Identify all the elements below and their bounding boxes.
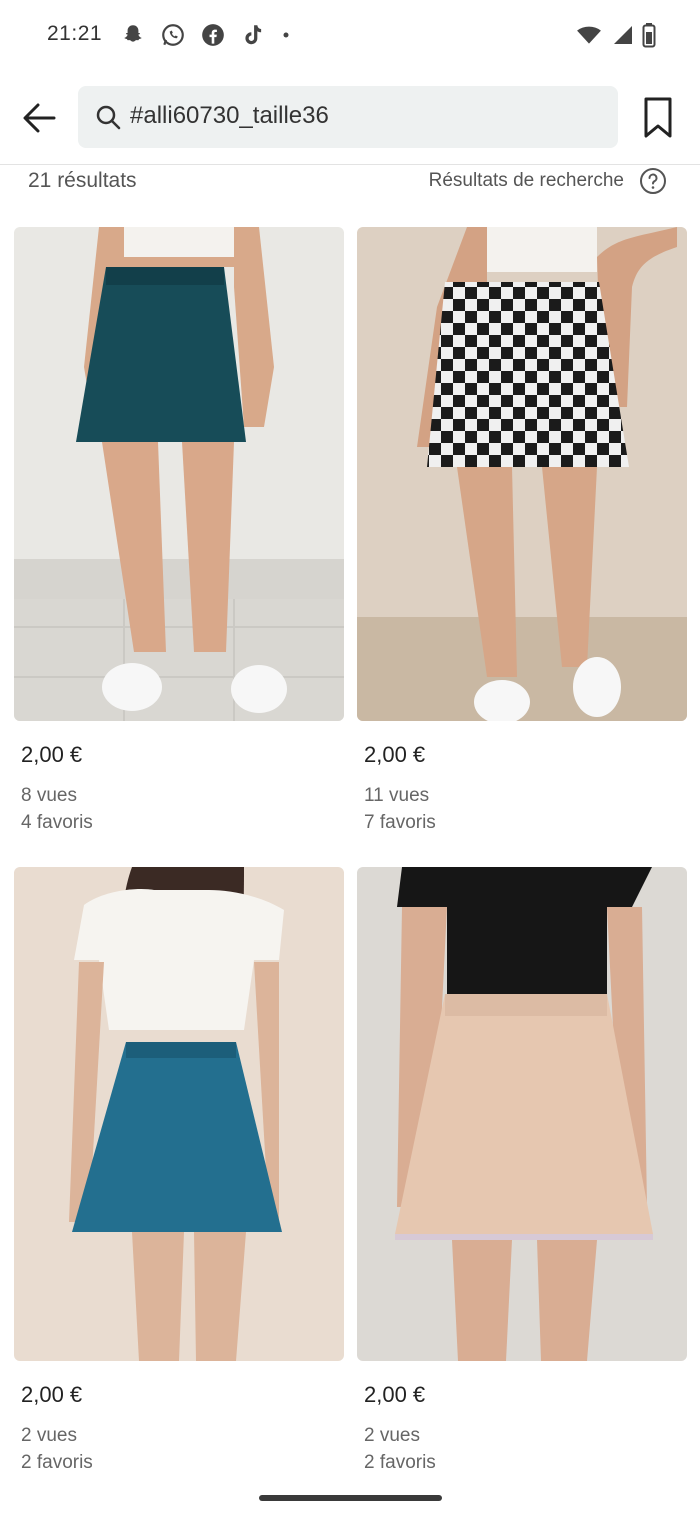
product-price: 2,00 € bbox=[21, 1382, 83, 1407]
product-card[interactable]: 2,00 € 8 vues 4 favoris bbox=[14, 227, 344, 836]
product-favorites: 2 favoris bbox=[21, 1452, 93, 1473]
facebook-icon bbox=[202, 24, 224, 46]
results-label[interactable]: Résultats de recherche bbox=[429, 170, 624, 192]
product-card[interactable]: 2,00 € 2 vues 2 favoris bbox=[357, 867, 687, 1476]
bookmark-icon[interactable] bbox=[640, 96, 676, 140]
product-price: 2,00 € bbox=[364, 742, 426, 767]
battery-icon bbox=[642, 23, 656, 48]
dot-icon bbox=[283, 32, 289, 38]
product-image[interactable] bbox=[357, 867, 687, 1361]
search-bar[interactable]: #alli60730_taille36 bbox=[78, 86, 618, 148]
notification-icons bbox=[120, 22, 292, 48]
search-icon bbox=[96, 105, 121, 130]
status-bar: 21:21 bbox=[0, 0, 700, 72]
product-price: 2,00 € bbox=[364, 1382, 426, 1407]
product-favorites: 2 favoris bbox=[364, 1452, 436, 1473]
product-image[interactable] bbox=[14, 227, 344, 721]
product-views: 8 vues bbox=[21, 785, 77, 806]
wifi-icon bbox=[577, 26, 601, 44]
question-circle-icon[interactable] bbox=[639, 167, 667, 195]
product-views: 2 vues bbox=[364, 1425, 420, 1446]
product-image[interactable] bbox=[14, 867, 344, 1361]
product-views: 2 vues bbox=[21, 1425, 77, 1446]
search-query[interactable]: #alli60730_taille36 bbox=[130, 102, 329, 130]
product-favorites: 7 favoris bbox=[364, 812, 436, 833]
product-card[interactable]: 2,00 € 11 vues 7 favoris bbox=[357, 227, 687, 836]
product-price: 2,00 € bbox=[21, 742, 83, 767]
header-divider bbox=[0, 164, 700, 165]
arrow-left-icon[interactable] bbox=[20, 100, 58, 136]
status-time: 21:21 bbox=[47, 22, 103, 45]
product-card[interactable]: 2,00 € 2 vues 2 favoris bbox=[14, 867, 344, 1476]
signal-icon bbox=[614, 26, 632, 44]
product-views: 11 vues bbox=[364, 785, 430, 806]
whatsapp-icon bbox=[162, 24, 184, 46]
tiktok-icon bbox=[245, 25, 262, 45]
search-header: #alli60730_taille36 bbox=[0, 86, 700, 150]
system-indicators bbox=[576, 22, 656, 48]
snapchat-icon bbox=[124, 25, 142, 42]
results-count: 21 résultats bbox=[28, 169, 137, 192]
product-image[interactable] bbox=[357, 227, 687, 724]
home-indicator[interactable] bbox=[259, 1495, 442, 1501]
product-favorites: 4 favoris bbox=[21, 812, 93, 833]
